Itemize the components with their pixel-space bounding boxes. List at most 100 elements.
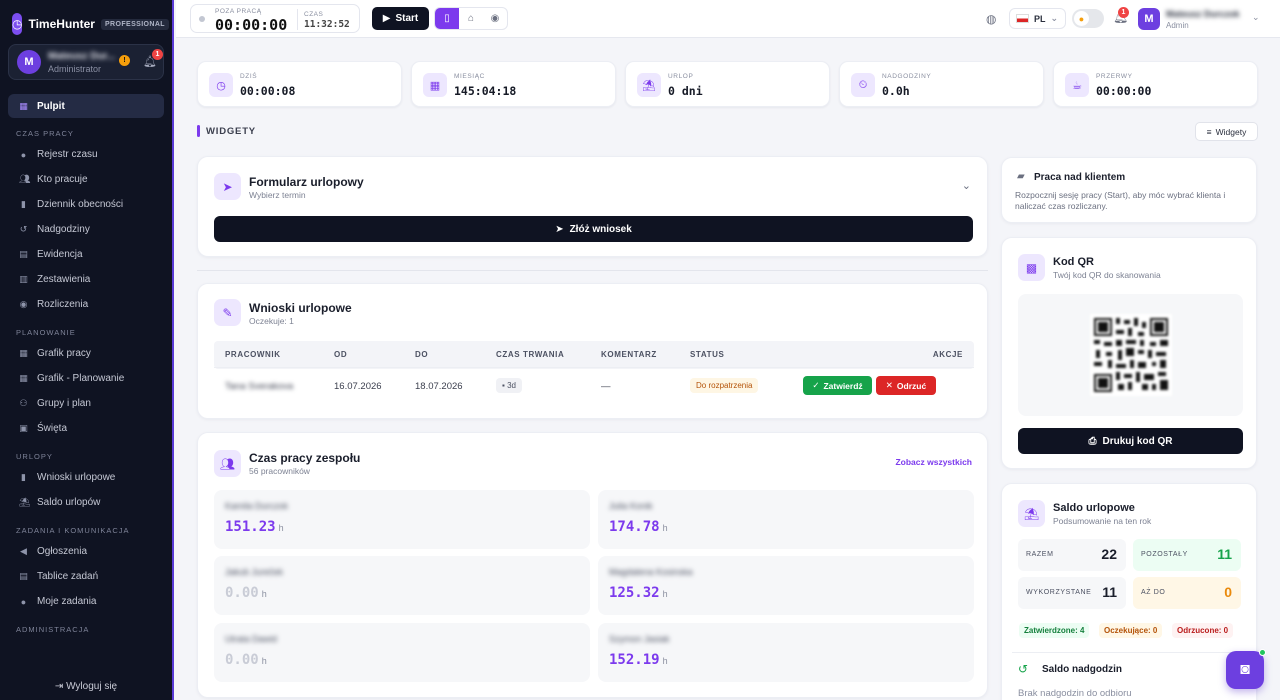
chatbot-button[interactable]: ◙: [1226, 649, 1266, 689]
mode-field[interactable]: ◉: [483, 8, 507, 29]
chevron-down-icon[interactable]: ⌄: [1252, 12, 1260, 23]
stat-overtime: ⏲ NADGODZINY 0.0h: [839, 61, 1044, 107]
hours-unit: h: [261, 656, 267, 666]
sidebar-item-label: Saldo urlopów: [37, 497, 101, 508]
rejected-count-badge: Odrzucone: 0: [1172, 623, 1234, 638]
sidebar-item-label: Rozliczenia: [37, 299, 89, 310]
beach-icon: ⛱: [637, 73, 661, 97]
sidebar: ◷ TimeHunter PROFESSIONAL M Mateusz Dur.…: [0, 0, 174, 700]
sidebar-item-rejestr[interactable]: ● Rejestr czasu: [0, 142, 172, 167]
brand: ◷ TimeHunter PROFESSIONAL: [0, 0, 172, 35]
user-name: Mateusz Dur...: [48, 50, 116, 62]
sidebar-item-ewidencja[interactable]: ▤ Ewidencja: [0, 242, 172, 267]
avatar: M: [17, 50, 41, 74]
mode-home[interactable]: ⌂: [459, 8, 483, 29]
status-dot: [199, 16, 205, 22]
column-header: AKCJE: [932, 350, 963, 359]
member-name: Utrata Dawid: [225, 634, 278, 644]
sidebar-item-nadgodziny[interactable]: ↺ Nadgodziny: [0, 217, 172, 242]
sidebar-item-swieta[interactable]: ▣ Święta: [0, 416, 172, 441]
submit-leave-button[interactable]: ➤ Złóż wniosek: [214, 216, 973, 242]
calendar-edit-icon: ▦: [19, 373, 28, 383]
team-member-card[interactable]: Kamila Durczok 151.23 h: [214, 490, 590, 549]
document-edit-icon: ✎: [214, 299, 241, 326]
topbar-user-name[interactable]: Mateusz Durczok: [1166, 9, 1240, 19]
clock-value: 11:32:52: [304, 19, 350, 30]
coffee-icon: ☕︎: [1065, 73, 1089, 97]
globe-icon[interactable]: ◍: [986, 12, 996, 26]
sidebar-item-kto-pracuje[interactable]: 👥︎ Kto pracuje: [0, 167, 172, 192]
column-header: PRACOWNIK: [225, 350, 281, 359]
users-icon: 👥︎: [19, 174, 31, 184]
team-member-card[interactable]: Szymon Jasiak 152.19 h: [598, 623, 974, 682]
sidebar-item-grafik[interactable]: ▦ Grafik pracy: [0, 341, 172, 366]
notification-badge: 1: [152, 49, 163, 60]
column-header: STATUS: [690, 350, 725, 359]
sidebar-item-grafik-planowanie[interactable]: ▦ Grafik - Planowanie: [0, 366, 172, 391]
bell-icon[interactable]: 🔔︎1: [1113, 7, 1129, 24]
history-icon: ↺: [19, 224, 28, 234]
avatar[interactable]: M: [1138, 8, 1160, 30]
print-qr-button[interactable]: ⎙ Drukuj kod QR: [1018, 428, 1243, 454]
topbar-user-role: Admin: [1166, 21, 1189, 30]
start-button[interactable]: ▶ Start: [372, 7, 429, 30]
task-icon: ●: [20, 596, 27, 607]
work-mode-group: ▯ ⌂ ◉: [434, 7, 508, 30]
clipboard-icon: ▤: [19, 571, 28, 581]
team-member-card[interactable]: Julia Konik 174.78 h: [598, 490, 974, 549]
sidebar-nav: ▦ Pulpit CZAS PRACY ● Rejestr czasu 👥︎ Kto …: [0, 94, 172, 638]
see-all-link[interactable]: Zobacz wszystkich: [895, 457, 972, 467]
section-accent: [197, 125, 200, 137]
widgets-button[interactable]: ≡ Widgety: [1195, 122, 1258, 141]
printer-icon: ⎙: [1088, 435, 1097, 447]
sidebar-item-zestawienia[interactable]: ▥ Zestawienia: [0, 267, 172, 292]
hours-unit: h: [278, 523, 284, 533]
mode-office[interactable]: ▯: [435, 8, 459, 29]
chevron-down-icon[interactable]: ⌄: [962, 179, 971, 192]
logout-button[interactable]: ⇥ Wyloguj się: [0, 681, 172, 692]
sidebar-item-rozliczenia[interactable]: ◉ Rozliczenia: [0, 292, 172, 317]
language-select[interactable]: PL ⌄: [1009, 8, 1066, 29]
reject-button[interactable]: ✕ Odrzuć: [876, 376, 936, 395]
section-planowanie: PLANOWANIE: [16, 328, 76, 337]
overtime-icon: ⏲: [851, 73, 875, 97]
print-label: Drukuj kod QR: [1102, 435, 1173, 447]
bell-icon[interactable]: 🔔︎1: [143, 49, 163, 68]
beach-icon: ⛱: [1018, 500, 1045, 527]
warning-badge: !: [119, 55, 130, 66]
column-header: OD: [334, 350, 348, 359]
approve-button[interactable]: ✓ Zatwierdź: [803, 376, 872, 395]
comment: —: [601, 381, 611, 392]
team-member-card[interactable]: Utrata Dawid 0.00 h: [214, 623, 590, 682]
sidebar-item-saldo[interactable]: ⛱ Saldo urlopów: [0, 490, 172, 515]
balance-label: POZOSTAŁY: [1141, 551, 1188, 558]
language-value: PL: [1034, 13, 1046, 24]
notification-badge: 1: [1118, 7, 1129, 18]
sidebar-item-wnioski[interactable]: ▮ Wnioski urlopowe: [0, 465, 172, 490]
divider: [214, 367, 974, 368]
brand-tag: PROFESSIONAL: [100, 18, 169, 30]
sidebar-user-card[interactable]: M Mateusz Dur... Administrator ! 🔔︎ 1: [8, 44, 164, 80]
sidebar-item-ogloszenia[interactable]: ◀ Ogłoszenia: [0, 539, 172, 564]
date-from: 16.07.2026: [334, 381, 382, 392]
team-member-card[interactable]: Magdalena Kosinska 125.32 h: [598, 556, 974, 615]
member-hours: 174.78 h: [609, 519, 668, 535]
sidebar-item-label: Moje zadania: [37, 596, 97, 607]
hours-unit: h: [662, 589, 668, 599]
calendar-icon: ▦: [423, 73, 447, 97]
sidebar-item-tablice[interactable]: ▤ Tablice zadań: [0, 564, 172, 589]
hours-unit: h: [662, 523, 668, 533]
qr-card: ▩ Kod QR Twój kod QR do skanowania ⎙ Druk…: [1001, 237, 1257, 469]
team-member-card[interactable]: Jakub Jureček 0.00 h: [214, 556, 590, 615]
duration-badge: ▪ 3d: [496, 378, 522, 393]
sidebar-item-grupy[interactable]: ⚇ Grupy i plan: [0, 391, 172, 416]
work-status-label: POZA PRACĄ: [215, 8, 262, 15]
stat-leave: ⛱ URLOP 0 dni: [625, 61, 830, 107]
grid-icon: ▦: [19, 100, 28, 111]
card-subtitle: Twój kod QR do skanowania: [1053, 270, 1161, 280]
sidebar-item-dziennik[interactable]: ▮ Dziennik obecności: [0, 192, 172, 217]
sidebar-item-pulpit[interactable]: ▦ Pulpit: [8, 94, 164, 118]
card-title: Saldo urlopowe: [1053, 502, 1135, 514]
sidebar-item-moje-zadania[interactable]: ● Moje zadania: [0, 589, 172, 614]
theme-toggle[interactable]: ●: [1072, 9, 1104, 28]
